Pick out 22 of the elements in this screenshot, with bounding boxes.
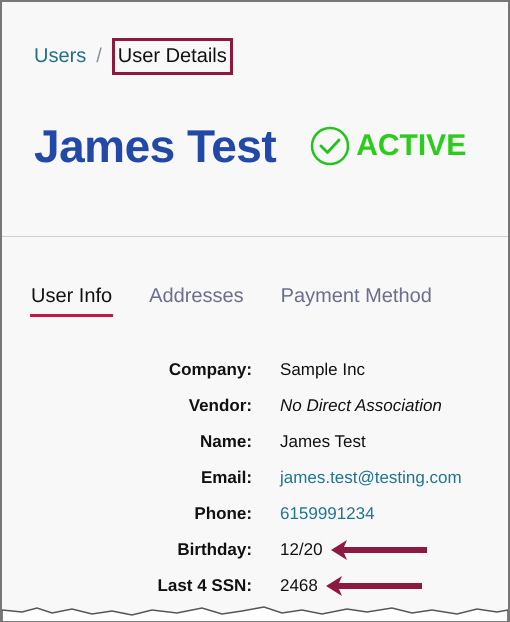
tab[interactable]: User Info bbox=[30, 285, 114, 317]
user-name: James Test bbox=[34, 119, 276, 173]
field-label: Last 4 SSN: bbox=[156, 575, 252, 597]
status-label: ACTIVE bbox=[356, 129, 466, 163]
field-value[interactable]: james.test@testing.com bbox=[280, 467, 462, 489]
field-label: Name: bbox=[199, 431, 252, 453]
field-label: Company: bbox=[168, 359, 252, 381]
field-value[interactable]: 6159991234 bbox=[280, 503, 375, 525]
field-value: James Test bbox=[280, 431, 366, 453]
tab[interactable]: Addresses bbox=[148, 285, 245, 317]
field-label: Email: bbox=[200, 467, 252, 489]
breadcrumb-item: User Details bbox=[112, 38, 233, 75]
breadcrumb-item[interactable]: Users bbox=[34, 45, 86, 68]
field-label: Birthday: bbox=[176, 539, 252, 561]
field-label: Vendor: bbox=[188, 395, 252, 417]
field-label: Phone: bbox=[193, 503, 252, 525]
field-value: Sample Inc bbox=[280, 359, 366, 381]
field-value: No Direct Association bbox=[280, 395, 442, 417]
field-value: 12/20 bbox=[280, 539, 323, 561]
breadcrumb-separator: / bbox=[96, 45, 102, 68]
tab[interactable]: Payment Method bbox=[280, 285, 433, 317]
field-value: 2468 bbox=[280, 575, 318, 597]
